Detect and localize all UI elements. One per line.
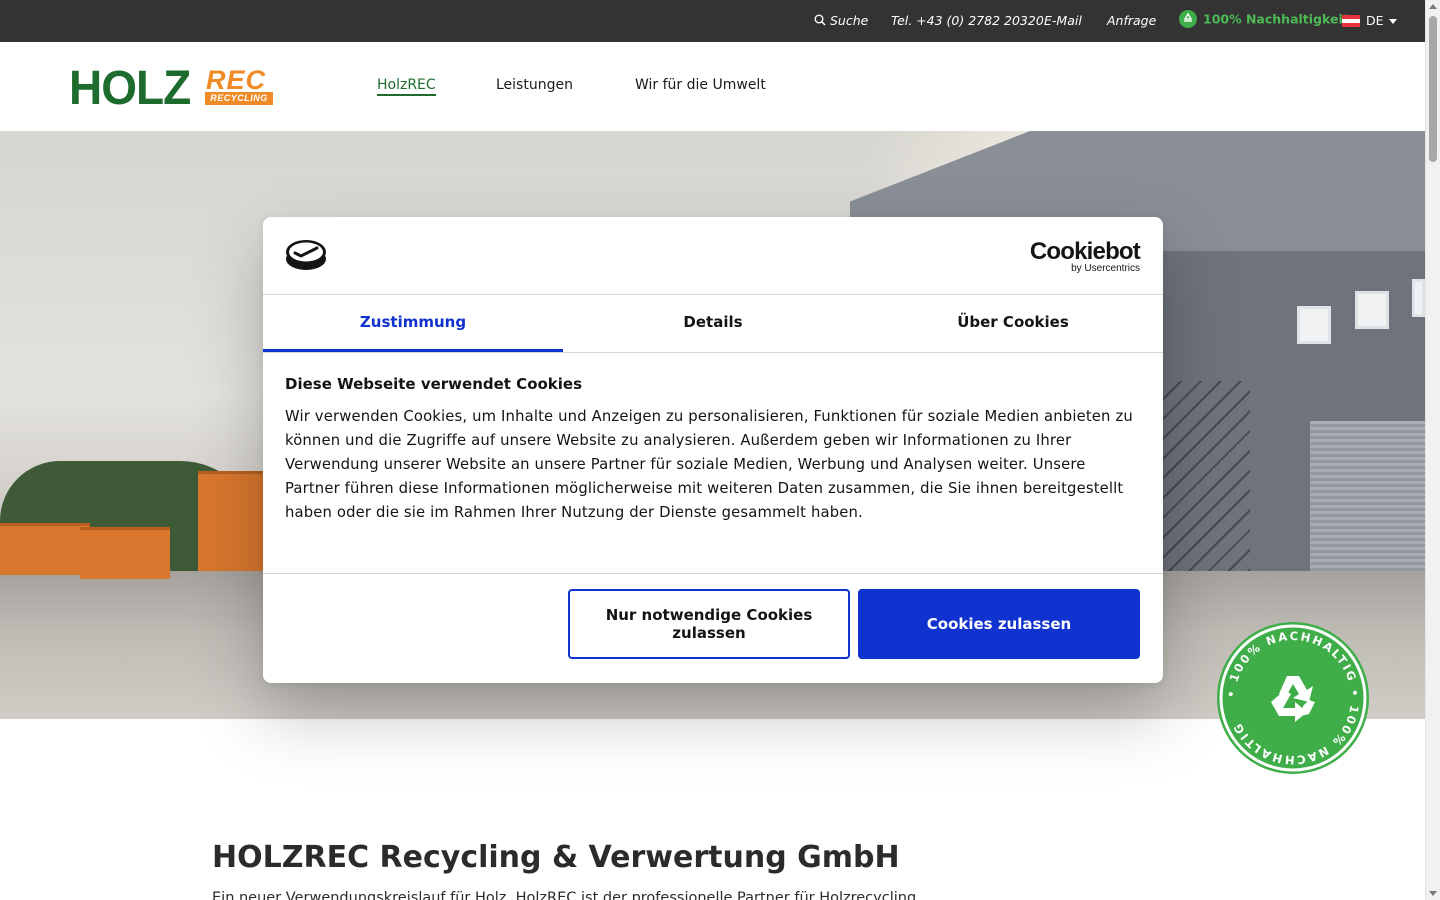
top-utility-bar: Suche Tel. +43 (0) 2782 20320 E-Mail Anf…	[0, 0, 1425, 42]
scroll-up-icon[interactable]	[1429, 4, 1437, 9]
language-label: DE	[1366, 13, 1384, 28]
logo-subline: RECYCLING	[205, 92, 273, 105]
cookie-description: Wir verwenden Cookies, um Inhalte und An…	[285, 408, 1133, 521]
austria-flag-icon	[1342, 14, 1360, 27]
only-necessary-button[interactable]: Nur notwendige Cookies zulassen	[568, 589, 850, 659]
page-subtitle: Ein neuer Verwendungskreislauf für Holz.…	[212, 890, 921, 900]
email-link[interactable]: E-Mail	[1044, 13, 1082, 28]
nav-leistungen[interactable]: Leistungen	[496, 77, 573, 93]
sustainability-badge[interactable]: • 100% NACHHALTIG • 100% NACHHALTIG	[1217, 622, 1369, 774]
cookie-dialog-divider	[263, 573, 1163, 574]
site-logo[interactable]: HOLZ REC RECYCLING	[69, 60, 279, 114]
recycle-badge-icon: • 100% NACHHALTIG • 100% NACHHALTIG	[1219, 624, 1367, 772]
tab-zustimmung[interactable]: Zustimmung	[263, 295, 563, 352]
nav-holzrec[interactable]: HolzREC	[377, 77, 436, 96]
page-scrollbar[interactable]	[1425, 0, 1440, 900]
phone-link[interactable]: Tel. +43 (0) 2782 20320	[891, 13, 1044, 28]
page-title-bold: HOLZREC	[212, 840, 370, 875]
cookiebot-brand[interactable]: Cookiebot by Usercentrics	[1029, 238, 1141, 275]
page-title-rest: Recycling & Verwertung GmbH	[369, 840, 900, 875]
tab-ueber-cookies[interactable]: Über Cookies	[863, 295, 1163, 352]
allow-cookies-button[interactable]: Cookies zulassen	[858, 589, 1140, 659]
cookie-dialog-body: Diese Webseite verwendet Cookies Wir ver…	[285, 375, 1145, 525]
cookie-tabs: Zustimmung Details Über Cookies	[263, 295, 1163, 353]
search-link[interactable]: Suche	[814, 13, 868, 28]
site-header: HOLZ REC RECYCLING HolzREC Leistungen Wi…	[0, 42, 1425, 131]
caret-down-icon	[1388, 19, 1397, 24]
sustainability-label: 100% Nachhaltigkeit	[1203, 11, 1349, 27]
nav-umwelt[interactable]: Wir für die Umwelt	[635, 77, 766, 93]
logo-wordmark: HOLZ	[69, 59, 191, 115]
language-selector[interactable]: DE	[1342, 13, 1397, 28]
cookiebot-name: Cookiebot	[1029, 238, 1141, 265]
scrollbar-thumb[interactable]	[1429, 16, 1437, 162]
cookie-logo-icon	[286, 240, 326, 270]
inquiry-link[interactable]: Anfrage	[1107, 13, 1156, 28]
page-title: HOLZREC Recycling & Verwertung GmbH	[212, 840, 900, 875]
recycle-icon	[1179, 10, 1197, 28]
cookie-consent-dialog: Cookiebot by Usercentrics Zustimmung Det…	[263, 217, 1163, 683]
search-icon	[814, 14, 826, 26]
cookie-dialog-header: Cookiebot by Usercentrics	[263, 217, 1163, 295]
tab-details[interactable]: Details	[563, 295, 863, 352]
sustainability-link[interactable]: 100% Nachhaltigkeit	[1179, 10, 1349, 29]
cookie-heading: Diese Webseite verwendet Cookies	[285, 375, 583, 393]
scroll-down-icon[interactable]	[1429, 891, 1437, 896]
